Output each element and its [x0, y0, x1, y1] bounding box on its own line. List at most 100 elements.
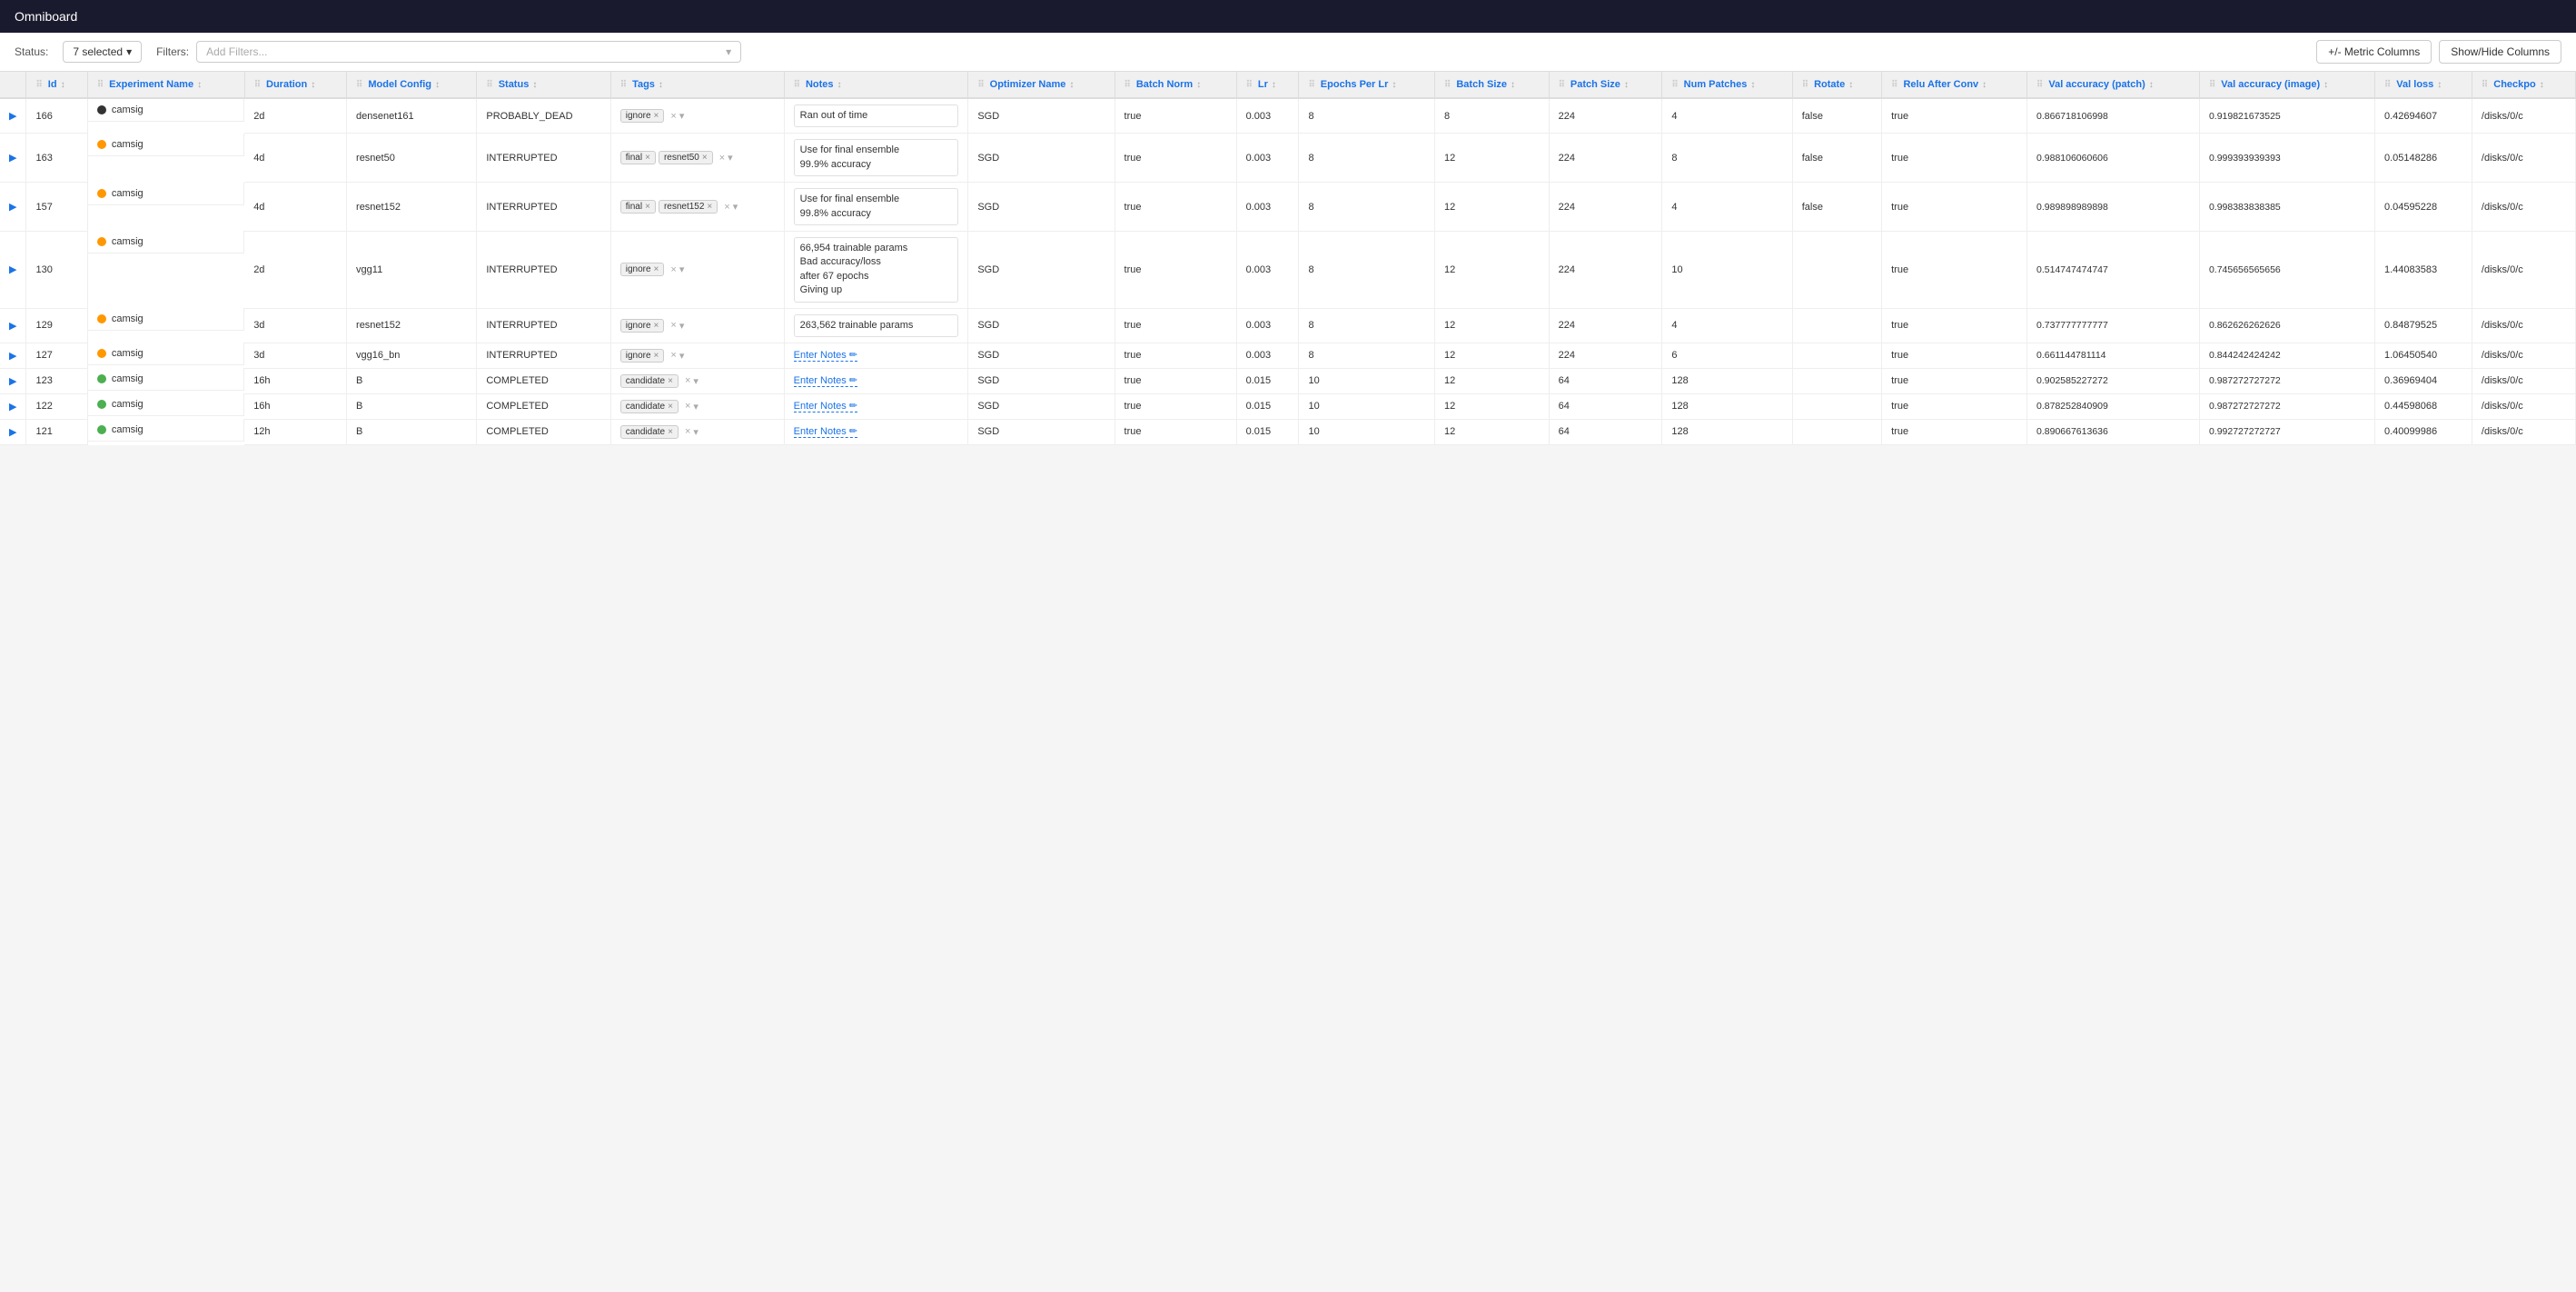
tag-dropdown[interactable]: ▾ [679, 320, 685, 332]
cell-optimizer: SGD [968, 419, 1115, 444]
col-optimizer-header[interactable]: ⠿Optimizer Name↕ [968, 72, 1115, 98]
enter-notes-link[interactable]: Enter Notes ✏ [794, 349, 857, 362]
filter-input[interactable]: Add Filters... ▾ [196, 41, 741, 63]
tag-clear[interactable]: × [670, 264, 676, 275]
cell-val-loss: 1.06450540 [2374, 343, 2472, 368]
row-expand[interactable]: ▶ [0, 419, 26, 444]
tag-clear[interactable]: × [685, 375, 690, 386]
col-experiment-name-header[interactable]: ⠿Experiment Name↕ [87, 72, 244, 98]
col-num-patches-header[interactable]: ⠿Num Patches↕ [1662, 72, 1792, 98]
cell-batch-size: 12 [1435, 343, 1550, 368]
cell-batch-size: 12 [1435, 368, 1550, 393]
table-wrapper[interactable]: ⠿Id↕ ⠿Experiment Name↕ ⠿Duration↕ ⠿Model… [0, 72, 2576, 1291]
cell-notes: Ran out of time [784, 98, 968, 134]
tag-clear[interactable]: × [685, 426, 690, 437]
cell-patch-size: 64 [1549, 393, 1662, 419]
row-expand[interactable]: ▶ [0, 98, 26, 134]
col-val-loss-header[interactable]: ⠿Val loss↕ [2374, 72, 2472, 98]
col-rotate-header[interactable]: ⠿Rotate↕ [1792, 72, 1881, 98]
tag-clear[interactable]: × [670, 350, 676, 361]
tag-dropdown[interactable]: ▾ [728, 152, 733, 164]
col-val-acc-patch-header[interactable]: ⠿Val accuracy (patch)↕ [2027, 72, 2200, 98]
cell-relu-after-conv: true [1882, 98, 2027, 134]
cell-relu-after-conv: true [1882, 134, 2027, 183]
tag-dropdown[interactable]: ▾ [733, 201, 738, 213]
show-hide-button[interactable]: Show/Hide Columns [2439, 40, 2561, 64]
cell-optimizer: SGD [968, 183, 1115, 232]
tag: ignore× [620, 263, 665, 276]
cell-val-accuracy-patch: 0.902585227272 [2027, 368, 2200, 393]
col-id-header[interactable]: ⠿Id↕ [26, 72, 87, 98]
tag-remove[interactable]: × [668, 376, 673, 386]
cell-notes: 66,954 trainable params Bad accuracy/los… [784, 231, 968, 308]
enter-notes-link[interactable]: Enter Notes ✏ [794, 425, 857, 438]
row-expand[interactable]: ▶ [0, 231, 26, 308]
col-batch-size-header[interactable]: ⠿Batch Size↕ [1435, 72, 1550, 98]
tag-clear[interactable]: × [724, 202, 729, 213]
tag: candidate× [620, 400, 679, 413]
cell-relu-after-conv: true [1882, 308, 2027, 343]
col-notes-header[interactable]: ⠿Notes↕ [784, 72, 968, 98]
row-expand[interactable]: ▶ [0, 343, 26, 368]
tag-remove[interactable]: × [654, 264, 659, 274]
cell-optimizer: SGD [968, 134, 1115, 183]
tag-dropdown[interactable]: ▾ [693, 401, 698, 412]
col-checkpoint-header[interactable]: ⠿Checkpo↕ [2472, 72, 2575, 98]
col-relu-header[interactable]: ⠿Relu After Conv↕ [1882, 72, 2027, 98]
cell-tags: candidate××▾ [610, 419, 784, 444]
enter-notes-link[interactable]: Enter Notes ✏ [794, 374, 857, 387]
tag-remove[interactable]: × [707, 202, 712, 212]
col-batch-norm-header[interactable]: ⠿Batch Norm↕ [1115, 72, 1236, 98]
tag-remove[interactable]: × [654, 111, 659, 121]
cell-id: 121 [26, 419, 87, 444]
row-expand[interactable]: ▶ [0, 393, 26, 419]
tag-clear[interactable]: × [670, 111, 676, 122]
row-expand[interactable]: ▶ [0, 183, 26, 232]
cell-val-loss: 0.05148286 [2374, 134, 2472, 183]
cell-id: 127 [26, 343, 87, 368]
tag-remove[interactable]: × [654, 321, 659, 331]
tag-label: ignore [626, 351, 651, 361]
row-expand[interactable]: ▶ [0, 368, 26, 393]
col-patch-size-header[interactable]: ⠿Patch Size↕ [1549, 72, 1662, 98]
tag-remove[interactable]: × [702, 153, 708, 163]
tag-clear[interactable]: × [685, 401, 690, 412]
status-dot [97, 189, 106, 198]
tag-clear[interactable]: × [670, 320, 676, 331]
tag-remove[interactable]: × [668, 402, 673, 412]
table-row: ▶123 camsig16hBCOMPLETEDcandidate××▾Ente… [0, 368, 2576, 393]
tag-clear[interactable]: × [719, 153, 725, 164]
tag-remove[interactable]: × [654, 351, 659, 361]
status-dot [97, 105, 106, 114]
topbar: Omniboard [0, 0, 2576, 33]
col-val-acc-image-header[interactable]: ⠿Val accuracy (image)↕ [2199, 72, 2374, 98]
col-model-config-header[interactable]: ⠿Model Config↕ [347, 72, 477, 98]
table-row: ▶157 camsig4dresnet152INTERRUPTEDfinal×r… [0, 183, 2576, 232]
col-status-header[interactable]: ⠿Status↕ [477, 72, 610, 98]
tag-dropdown[interactable]: ▾ [679, 110, 685, 122]
cell-id: 166 [26, 98, 87, 134]
tag-dropdown[interactable]: ▾ [693, 375, 698, 387]
col-tags-header[interactable]: ⠿Tags↕ [610, 72, 784, 98]
notes-text: 66,954 trainable params Bad accuracy/los… [794, 237, 959, 303]
row-expand[interactable]: ▶ [0, 134, 26, 183]
tag-remove[interactable]: × [645, 153, 650, 163]
tag-dropdown[interactable]: ▾ [679, 263, 685, 275]
status-dot [97, 314, 106, 323]
tag-remove[interactable]: × [645, 202, 650, 212]
col-lr-header[interactable]: ⠿Lr↕ [1236, 72, 1299, 98]
enter-notes-link[interactable]: Enter Notes ✏ [794, 400, 857, 412]
status-select[interactable]: 7 selected ▾ [63, 41, 142, 63]
cell-batch-norm: true [1115, 134, 1236, 183]
cell-id: 129 [26, 308, 87, 343]
cell-id: 123 [26, 368, 87, 393]
tag-dropdown[interactable]: ▾ [679, 350, 685, 362]
tag-dropdown[interactable]: ▾ [693, 426, 698, 438]
cell-epochs-per-lr: 10 [1299, 419, 1435, 444]
cell-id: 122 [26, 393, 87, 419]
col-epochs-per-lr-header[interactable]: ⠿Epochs Per Lr↕ [1299, 72, 1435, 98]
col-duration-header[interactable]: ⠿Duration↕ [244, 72, 346, 98]
row-expand[interactable]: ▶ [0, 308, 26, 343]
metric-columns-button[interactable]: +/- Metric Columns [2316, 40, 2432, 64]
tag-remove[interactable]: × [668, 427, 673, 437]
